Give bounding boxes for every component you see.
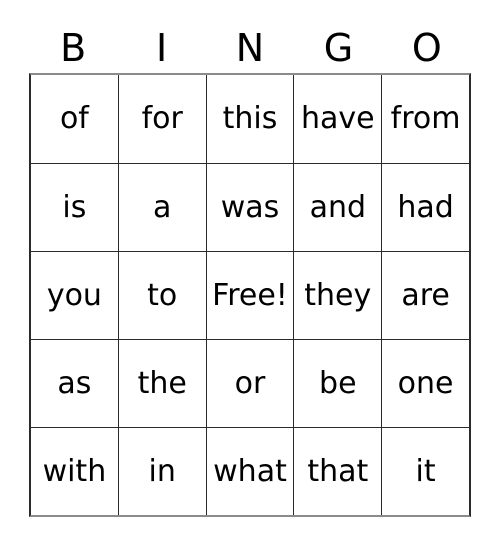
bingo-cell[interactable]: you <box>31 251 118 339</box>
bingo-cell-label: that <box>307 453 369 489</box>
bingo-cell-label: with <box>42 453 107 489</box>
bingo-cell[interactable]: to <box>117 251 206 339</box>
bingo-cell[interactable]: they <box>293 251 382 339</box>
bingo-cell[interactable]: have <box>293 75 382 163</box>
bingo-cell[interactable]: is <box>31 163 118 251</box>
bingo-cell[interactable]: of <box>31 75 118 163</box>
bingo-cell-label: it <box>415 453 436 489</box>
bingo-row: is a was and had <box>31 163 469 251</box>
bingo-cell[interactable]: in <box>117 427 206 515</box>
bingo-cell[interactable]: and <box>293 163 382 251</box>
bingo-cell-label: what <box>213 453 287 489</box>
bingo-grid: of for this have from is a was and had y… <box>29 73 471 517</box>
bingo-cell[interactable]: for <box>117 75 206 163</box>
bingo-cell-label: and <box>309 189 367 225</box>
bingo-cell-label: a <box>153 189 172 225</box>
bingo-cell-label: was <box>220 189 280 225</box>
bingo-cell-label: in <box>148 453 176 489</box>
bingo-row: you to Free! they are <box>31 251 469 339</box>
bingo-cell[interactable]: had <box>381 163 469 251</box>
bingo-cell-label: they <box>304 277 372 313</box>
bingo-cell-label: this <box>222 101 278 136</box>
bingo-header-letter-o: O <box>411 25 442 70</box>
bingo-cell[interactable]: be <box>293 339 382 427</box>
bingo-header-row: B I N G O <box>29 24 471 73</box>
bingo-cell-label: you <box>46 277 102 313</box>
bingo-cell[interactable]: with <box>31 427 118 515</box>
bingo-cell-label: from <box>390 101 461 136</box>
bingo-free-space-label: Free! <box>212 277 288 313</box>
bingo-cell-label: one <box>397 365 454 401</box>
bingo-header-letter-g: G <box>323 25 354 70</box>
bingo-cell-label: as <box>57 365 92 401</box>
bingo-row: of for this have from <box>31 75 469 163</box>
bingo-cell[interactable]: that <box>293 427 382 515</box>
bingo-cell[interactable]: or <box>205 339 294 427</box>
bingo-cell-label: for <box>141 101 183 136</box>
bingo-cell[interactable]: as <box>31 339 118 427</box>
bingo-header-letter-n: N <box>235 25 265 70</box>
bingo-row: as the or be one <box>31 339 469 427</box>
bingo-card: B I N G O of for this have from is a was… <box>29 24 471 517</box>
bingo-cell-label: of <box>59 101 89 136</box>
bingo-free-space-cell[interactable]: Free! <box>205 251 294 339</box>
bingo-row: with in what that it <box>31 427 469 515</box>
bingo-cell-label: had <box>397 189 454 225</box>
bingo-cell-label: are <box>401 277 450 313</box>
bingo-cell[interactable]: a <box>117 163 206 251</box>
bingo-cell[interactable]: from <box>381 75 469 163</box>
bingo-cell[interactable]: what <box>205 427 294 515</box>
bingo-cell-label: to <box>147 277 178 313</box>
bingo-cell[interactable]: was <box>205 163 294 251</box>
bingo-cell-label: be <box>319 365 357 401</box>
bingo-cell[interactable]: one <box>381 339 469 427</box>
bingo-cell-label: have <box>300 101 375 136</box>
bingo-header-letter-i: I <box>156 25 168 70</box>
bingo-cell[interactable]: it <box>381 427 469 515</box>
bingo-cell[interactable]: are <box>381 251 469 339</box>
bingo-cell[interactable]: this <box>205 75 294 163</box>
bingo-cell-label: is <box>62 189 87 225</box>
bingo-cell-label: or <box>234 365 266 401</box>
bingo-cell-label: the <box>137 365 187 401</box>
bingo-cell[interactable]: the <box>117 339 206 427</box>
bingo-header-letter-b: B <box>60 25 87 70</box>
